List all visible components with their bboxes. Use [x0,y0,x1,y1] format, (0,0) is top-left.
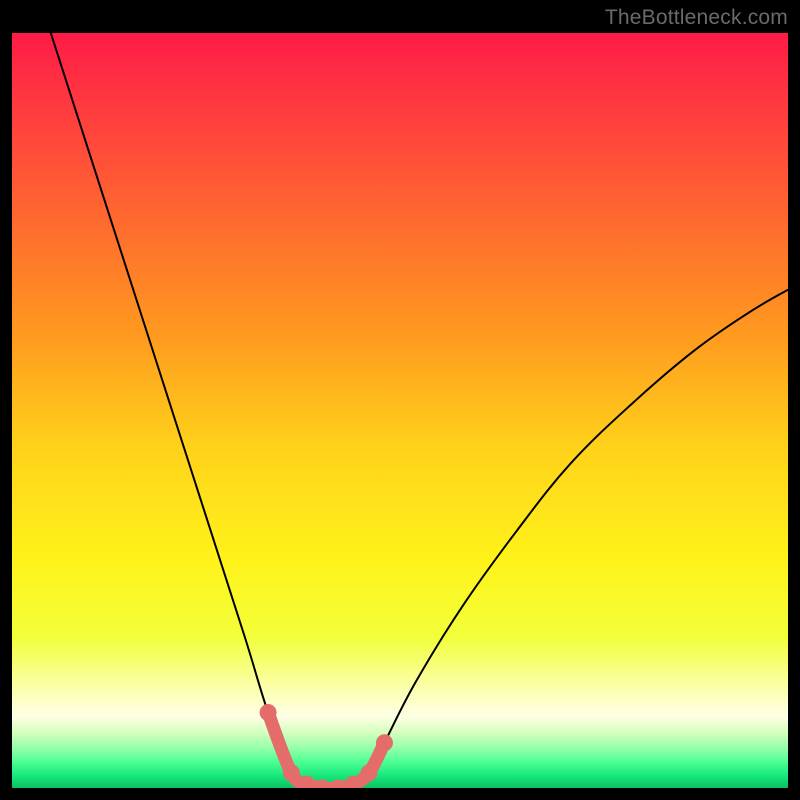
watermark-text: TheBottleneck.com [605,6,788,30]
plot-background [12,33,788,788]
optimal-range-marker [283,764,300,781]
chart-frame: TheBottleneck.com [0,0,800,800]
optimal-range-marker [260,704,277,721]
optimal-range-marker [376,734,393,751]
optimal-range-marker [360,764,377,781]
bottleneck-chart [12,33,788,788]
